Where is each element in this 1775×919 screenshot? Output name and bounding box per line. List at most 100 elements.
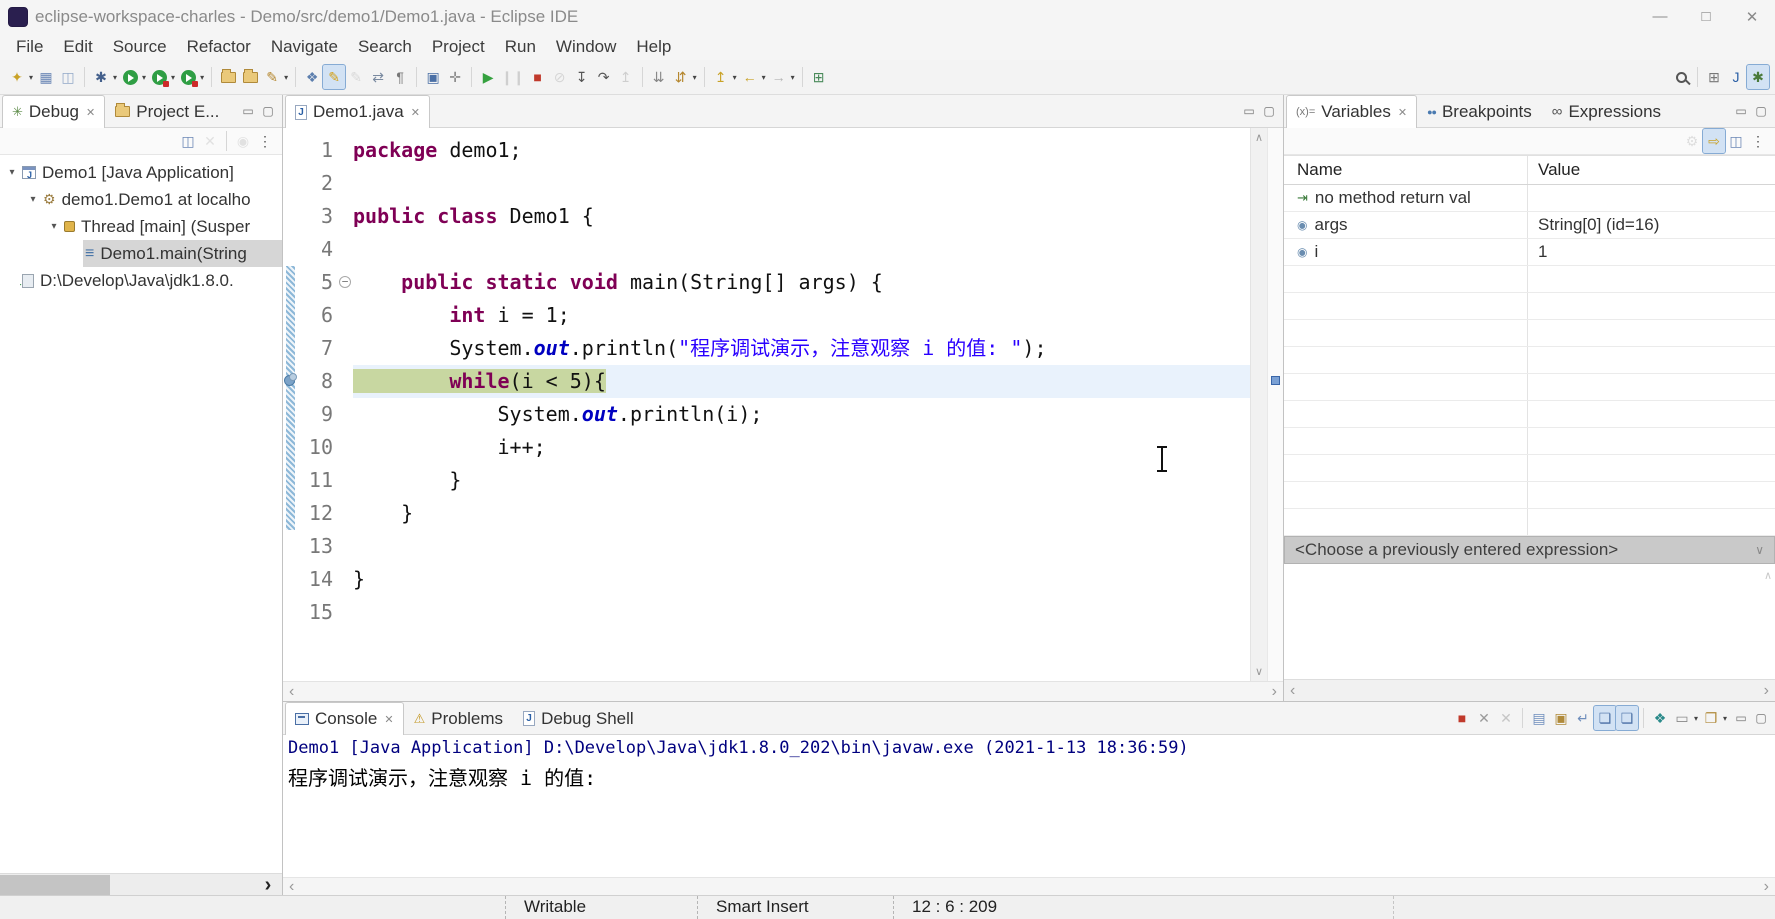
panel-maximize-icon[interactable]: ▢ (258, 104, 278, 118)
drop-to-frame-button[interactable]: ⇊ (648, 65, 670, 89)
open-perspective-button[interactable]: ⊞ (1703, 65, 1725, 89)
step-return-button[interactable]: ↥ (615, 65, 637, 89)
variables-panel-tab-expressions[interactable]: ∞Expressions (1542, 95, 1671, 127)
debug-panel-tab-project-e-[interactable]: Project E... (105, 95, 229, 127)
tree-item-content[interactable]: Thread [main] (Susper (62, 213, 282, 240)
console-tab-debug-shell[interactable]: JDebug Shell (513, 702, 644, 734)
close-icon[interactable]: ✕ (411, 106, 420, 119)
overview-ruler[interactable] (1267, 128, 1283, 681)
scroll-lock-button[interactable]: ▣ (1550, 706, 1572, 730)
collapse-all-vars-button[interactable]: ◫ (1725, 129, 1747, 153)
fold-collapse-icon[interactable]: − (339, 276, 351, 288)
tree-item[interactable]: ≡Demo1.main(String (0, 240, 282, 267)
terminate-console-button[interactable]: ■ (1451, 706, 1473, 730)
variables-empty-row[interactable] (1284, 455, 1775, 482)
editor-tab-demo1-java[interactable]: JDemo1.java✕ (285, 95, 430, 128)
show-logical-structures-button[interactable]: ⇨ (1703, 129, 1725, 153)
show-on-stdout-button[interactable]: ❏ (1616, 706, 1638, 730)
step-over-button[interactable]: ↷ (593, 65, 615, 89)
dropdown-arrow-icon[interactable]: ▾ (693, 73, 697, 82)
variables-empty-row[interactable] (1284, 482, 1775, 509)
variables-empty-row[interactable] (1284, 374, 1775, 401)
variables-empty-row[interactable] (1284, 293, 1775, 320)
code-text[interactable]: i++; (353, 431, 1250, 464)
open-element-button[interactable] (239, 65, 261, 89)
variables-empty-row[interactable] (1284, 428, 1775, 455)
panel-maximize-icon[interactable]: ▢ (1259, 104, 1279, 118)
dropdown-arrow-icon[interactable]: ▾ (142, 73, 146, 82)
column-header-value[interactable]: Value (1528, 160, 1775, 180)
editor-hscrollbar[interactable]: ‹ › (283, 681, 1283, 701)
format-button[interactable]: ✎ (345, 65, 367, 89)
save-button[interactable]: ▦ (35, 65, 57, 89)
pin-editor-button[interactable]: ⊞ (808, 65, 830, 89)
menu-search[interactable]: Search (348, 37, 422, 57)
scroll-left-icon[interactable]: ‹ (289, 879, 294, 895)
menu-run[interactable]: Run (495, 37, 546, 57)
line-number[interactable]: 6 (297, 299, 337, 332)
variables-row[interactable]: ⇥no method return val (1284, 185, 1775, 212)
variables-row[interactable]: ◉i1 (1284, 239, 1775, 266)
dropdown-arrow-icon[interactable]: ▾ (29, 73, 33, 82)
menu-window[interactable]: Window (546, 37, 626, 57)
variables-empty-row[interactable] (1284, 266, 1775, 293)
last-edit-location-button[interactable]: ↥ (710, 65, 732, 89)
variables-empty-row[interactable] (1284, 401, 1775, 428)
step-into-button[interactable]: ↧ (571, 65, 593, 89)
menu-help[interactable]: Help (626, 37, 681, 57)
panel-minimize-icon[interactable]: ▭ (1239, 104, 1259, 118)
line-number[interactable]: 7 (297, 332, 337, 365)
dropdown-arrow-icon[interactable]: ▾ (762, 73, 766, 82)
remove-all-terminated-button[interactable]: ✕ (199, 129, 221, 153)
code-editor[interactable]: 1package demo1;23public class Demo1 {45−… (283, 128, 1250, 681)
console-body[interactable]: Demo1 [Java Application] D:\Develop\Java… (283, 735, 1775, 877)
tree-item[interactable]: D:\Develop\Java\jdk1.8.0. (0, 267, 282, 294)
console-hscrollbar[interactable]: ‹ › (283, 877, 1775, 895)
variables-panel-tab-breakpoints[interactable]: ●●Breakpoints (1417, 95, 1542, 127)
code-text[interactable] (353, 167, 1250, 200)
scroll-right-icon[interactable]: › (1272, 684, 1277, 700)
maximize-button[interactable]: □ (1683, 0, 1729, 33)
tree-item[interactable]: ▾⚙demo1.Demo1 at localho (0, 186, 282, 213)
forward-button[interactable]: → (768, 65, 790, 89)
menu-navigate[interactable]: Navigate (261, 37, 348, 57)
editor-vscrollbar[interactable]: ∧ ∨ (1250, 128, 1267, 681)
minimize-button[interactable]: — (1637, 0, 1683, 33)
disconnect-button[interactable]: ⊘ (549, 65, 571, 89)
menu-edit[interactable]: Edit (53, 37, 102, 57)
tree-item[interactable]: ▾Demo1 [Java Application] (0, 159, 282, 186)
code-text[interactable]: public class Demo1 { (353, 200, 1250, 233)
scroll-left-icon[interactable]: ‹ (289, 684, 294, 700)
code-text[interactable] (353, 596, 1250, 629)
open-console-view-button[interactable]: ▣ (422, 65, 444, 89)
close-icon[interactable]: ✕ (384, 713, 393, 726)
debug-last-button[interactable]: ✱ (90, 65, 112, 89)
current-instruction-pointer-icon[interactable] (284, 375, 295, 386)
close-icon[interactable]: ✕ (1398, 106, 1407, 119)
variables-row[interactable]: ◉argsString[0] (id=16) (1284, 212, 1775, 239)
panel-maximize-icon[interactable]: ▢ (1751, 711, 1771, 725)
line-number[interactable]: 10 (297, 431, 337, 464)
dropdown-arrow-icon[interactable]: ▾ (1723, 714, 1727, 723)
variables-panel-tab-variables[interactable]: (x)=Variables✕ (1286, 95, 1417, 128)
line-number[interactable]: 13 (297, 530, 337, 563)
line-number[interactable]: 4 (297, 233, 337, 266)
line-number[interactable]: 5 (297, 266, 337, 299)
open-plugin-button[interactable]: ❖ (301, 65, 323, 89)
line-number[interactable]: 12 (297, 497, 337, 530)
panel-minimize-icon[interactable]: ▭ (1731, 104, 1751, 118)
run-last-button[interactable] (119, 65, 141, 89)
code-text[interactable]: } (353, 464, 1250, 497)
line-number[interactable]: 3 (297, 200, 337, 233)
console-tab-console[interactable]: Console✕ (285, 702, 404, 735)
tree-item[interactable]: ▾Thread [main] (Susper (0, 213, 282, 240)
scroll-up-icon[interactable]: ∧ (1764, 566, 1772, 585)
panel-minimize-icon[interactable]: ▭ (1731, 711, 1751, 725)
chevron-down-icon[interactable]: ∨ (1755, 543, 1764, 557)
new-java-project-button[interactable] (217, 65, 239, 89)
line-number[interactable]: 9 (297, 398, 337, 431)
annotate-button[interactable]: ✎ (261, 65, 283, 89)
line-number[interactable]: 11 (297, 464, 337, 497)
save-all-button[interactable]: ◫ (57, 65, 79, 89)
dropdown-arrow-icon[interactable]: ▾ (284, 73, 288, 82)
